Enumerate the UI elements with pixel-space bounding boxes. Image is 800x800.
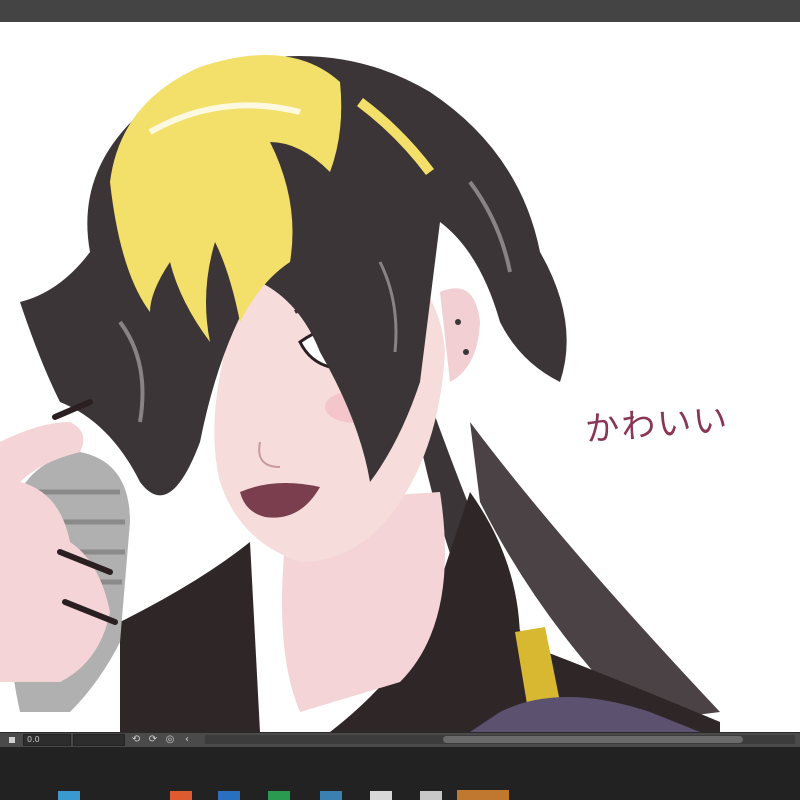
navigator-icon[interactable] <box>9 737 15 743</box>
rotate-left-icon[interactable]: ⟲ <box>130 734 142 746</box>
taskbar-active-app[interactable] <box>457 790 509 800</box>
rotate-right-icon[interactable]: ⟳ <box>147 734 159 746</box>
taskbar <box>0 747 800 800</box>
angle-field[interactable] <box>73 734 125 746</box>
taskbar-app-icon[interactable] <box>170 791 192 800</box>
taskbar-app-icon[interactable] <box>268 791 290 800</box>
drawing-canvas[interactable]: かわいい <box>0 22 800 732</box>
artwork-illustration <box>0 55 720 732</box>
taskbar-app-icon[interactable] <box>58 791 80 800</box>
window-top-bar <box>0 0 800 22</box>
taskbar-app-icon[interactable] <box>320 791 342 800</box>
collapse-icon[interactable]: ‹ <box>181 734 193 746</box>
zoom-field[interactable]: 0.0 <box>23 734 71 746</box>
taskbar-app-icon[interactable] <box>370 791 392 800</box>
reset-view-icon[interactable]: ◎ <box>164 734 176 746</box>
scrollbar-thumb[interactable] <box>443 736 743 743</box>
handwriting-text: かわいい <box>584 400 731 450</box>
taskbar-app-icon[interactable] <box>420 791 442 800</box>
taskbar-app-icon[interactable] <box>218 791 240 800</box>
status-bar: 0.0 ⟲ ⟳ ◎ ‹ <box>0 732 800 747</box>
horizontal-scrollbar[interactable] <box>205 735 795 744</box>
